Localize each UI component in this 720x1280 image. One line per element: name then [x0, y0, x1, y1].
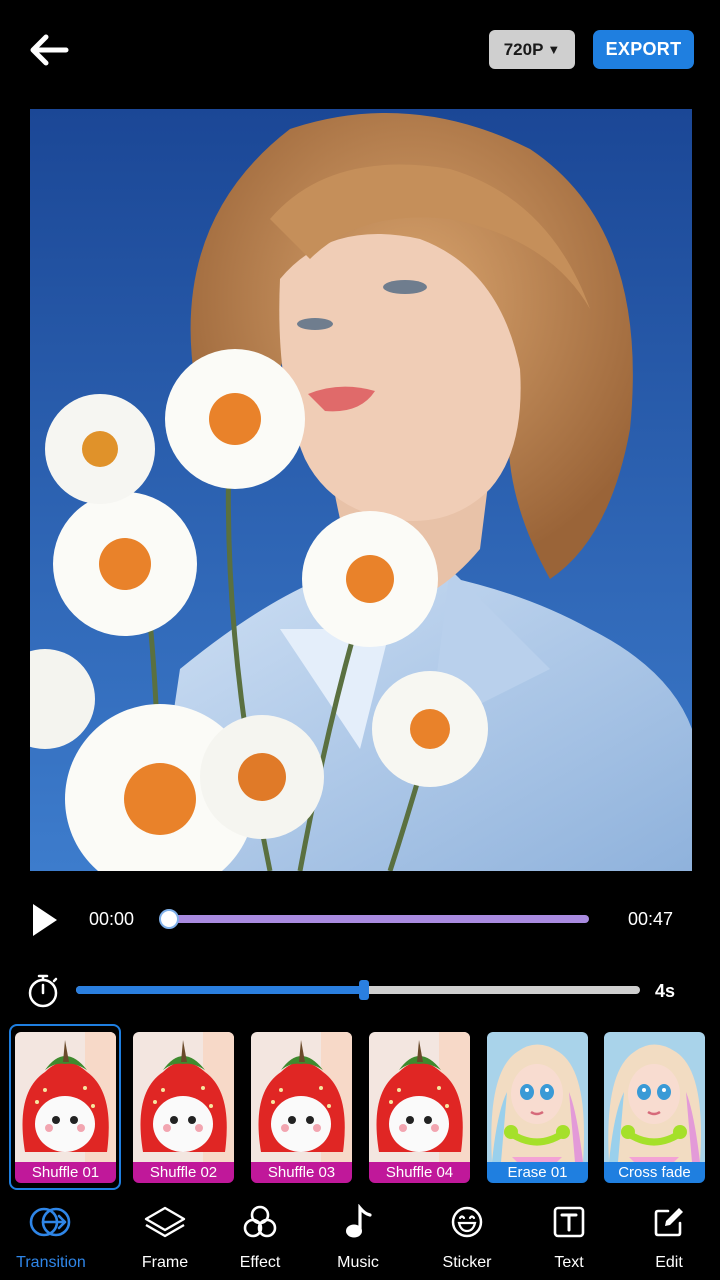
- play-icon: [33, 904, 57, 936]
- transition-icon: [28, 1202, 74, 1242]
- playback-progress-bar[interactable]: [168, 915, 589, 923]
- preview-image: [30, 109, 692, 871]
- text-box-icon: [546, 1202, 592, 1242]
- nav-edit[interactable]: Edit: [629, 1202, 709, 1272]
- transition-preview-image: [15, 1032, 116, 1162]
- transition-thumb[interactable]: Shuffle 03: [251, 1032, 352, 1183]
- nav-frame[interactable]: Frame: [125, 1202, 205, 1272]
- nav-label: Edit: [655, 1254, 683, 1271]
- music-note-icon: [335, 1202, 381, 1242]
- back-button[interactable]: [26, 30, 72, 70]
- nav-effect[interactable]: Effect: [220, 1202, 300, 1272]
- play-button[interactable]: [30, 902, 60, 938]
- effect-icon: [237, 1202, 283, 1242]
- transition-thumb-label: Shuffle 01: [15, 1162, 116, 1183]
- back-arrow-icon: [30, 34, 69, 66]
- nav-transition[interactable]: Transition: [11, 1202, 91, 1272]
- transition-thumb[interactable]: Erase 01: [487, 1032, 588, 1183]
- transition-thumb[interactable]: Shuffle 01: [15, 1032, 116, 1183]
- layers-icon: [142, 1202, 188, 1242]
- nav-music[interactable]: Music: [318, 1202, 398, 1272]
- transition-preview-image: [604, 1032, 705, 1162]
- transition-thumb[interactable]: Shuffle 04: [369, 1032, 470, 1183]
- current-time: 00:00: [89, 909, 135, 929]
- export-button[interactable]: EXPORT: [593, 30, 694, 69]
- nav-label: Transition: [16, 1254, 86, 1271]
- transition-thumb-label: Cross fade: [604, 1162, 705, 1183]
- transition-thumb-label: Erase 01: [487, 1162, 588, 1183]
- transition-thumb[interactable]: Cross fade: [604, 1032, 705, 1183]
- transition-preview-image: [133, 1032, 234, 1162]
- nav-sticker[interactable]: Sticker: [427, 1202, 507, 1272]
- transition-thumb[interactable]: Shuffle 02: [133, 1032, 234, 1183]
- transition-preview-image: [251, 1032, 352, 1162]
- duration-slider-thumb[interactable]: [358, 980, 369, 1000]
- resolution-dropdown[interactable]: 720P ▼: [489, 30, 575, 69]
- playback-progress-thumb[interactable]: [159, 909, 179, 929]
- duration-slider-fill: [76, 986, 364, 994]
- nav-label: Text: [554, 1254, 584, 1271]
- transition-thumb-label: Shuffle 03: [251, 1162, 352, 1183]
- transition-preview-image: [487, 1032, 588, 1162]
- edit-icon: [646, 1202, 692, 1242]
- nav-label: Frame: [141, 1254, 189, 1271]
- smiley-icon: [444, 1202, 490, 1242]
- transition-thumb-label: Shuffle 04: [369, 1162, 470, 1183]
- stopwatch-icon: [26, 972, 62, 1010]
- total-time: 00:47: [628, 909, 674, 929]
- duration-value: 4s: [655, 981, 676, 1001]
- nav-label: Effect: [239, 1254, 281, 1271]
- transition-thumb-label: Shuffle 02: [133, 1162, 234, 1183]
- transition-preview-image: [369, 1032, 470, 1162]
- nav-label: Music: [337, 1254, 379, 1271]
- caret-down-icon: ▼: [547, 42, 561, 57]
- video-preview[interactable]: [30, 109, 692, 871]
- resolution-label: 720P: [503, 39, 544, 59]
- nav-label: Sticker: [442, 1254, 492, 1271]
- nav-text[interactable]: Text: [529, 1202, 609, 1272]
